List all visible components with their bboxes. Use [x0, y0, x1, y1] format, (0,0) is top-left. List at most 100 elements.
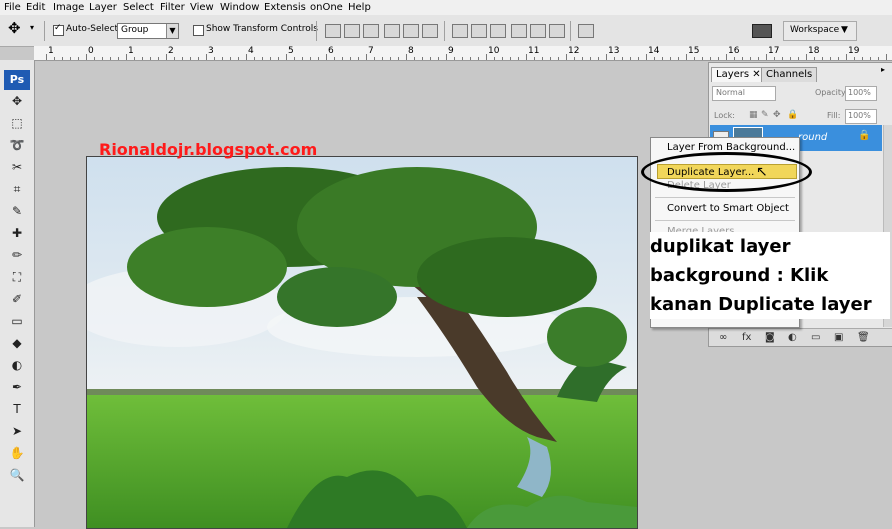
menu-window[interactable]: Window [220, 1, 259, 14]
tab-layers[interactable]: Layers ✕ [711, 67, 766, 82]
menu-view[interactable]: View [190, 1, 214, 14]
lock-all-icon[interactable]: 🔒 [787, 110, 798, 120]
ruler-number: 11 [528, 46, 540, 56]
ruler-tick [542, 57, 543, 60]
menu-select[interactable]: Select [123, 1, 154, 14]
close-icon[interactable]: ✕ [752, 69, 760, 80]
ruler-tick [590, 57, 591, 60]
show-transform-checkbox[interactable] [193, 25, 204, 36]
quick-select-tool-icon[interactable]: ✂ [9, 160, 25, 174]
lock-label: Lock: [714, 111, 735, 120]
fill-input[interactable]: 100% [845, 109, 877, 124]
ruler-tick [350, 57, 351, 60]
ruler-tick [814, 57, 815, 60]
ruler-tick [150, 57, 151, 60]
ruler-tick [422, 57, 423, 60]
ruler-tick [798, 57, 799, 60]
ruler-tick [294, 57, 295, 60]
ruler-number: 12 [568, 46, 580, 56]
group-icon[interactable]: ▭ [811, 332, 820, 343]
ruler-tick [374, 57, 375, 60]
menu-item-convert-smart-object[interactable]: Convert to Smart Object [667, 203, 789, 215]
align-vcenter-icon[interactable] [344, 24, 360, 38]
menu-onone[interactable]: onOne [310, 1, 343, 14]
ruler-tick [726, 54, 727, 60]
annotation-line: duplikat layer [650, 236, 791, 257]
menu-image[interactable]: Image [53, 1, 84, 14]
distribute-hcenter-icon[interactable] [530, 24, 546, 38]
ruler-tick [582, 57, 583, 60]
ruler-tick [710, 57, 711, 60]
align-top-icon[interactable] [325, 24, 341, 38]
lock-position-icon[interactable]: ✥ [773, 110, 781, 120]
mask-icon[interactable]: ◙ [765, 332, 775, 343]
ruler-tick [870, 57, 871, 60]
bridge-icon[interactable] [752, 24, 772, 38]
distribute-bottom-icon[interactable] [490, 24, 506, 38]
ruler-tick [630, 57, 631, 60]
menu-file[interactable]: File [4, 1, 21, 14]
panel-menu-icon[interactable]: ▸ [881, 65, 885, 74]
ruler-number: 15 [688, 46, 700, 56]
ruler-tick [462, 57, 463, 60]
link-layers-icon[interactable]: ∞ [719, 332, 727, 343]
hand-tool-icon[interactable]: ✋ [9, 446, 25, 460]
tab-channels[interactable]: Channels [761, 67, 818, 82]
ruler-tick [86, 54, 87, 60]
type-tool-icon[interactable]: T [9, 402, 25, 416]
marquee-tool-icon[interactable]: ⬚ [9, 116, 25, 130]
lasso-tool-icon[interactable]: ➰ [9, 138, 25, 152]
fx-icon[interactable]: fx [742, 332, 751, 343]
distribute-right-icon[interactable] [549, 24, 565, 38]
auto-select-checkbox[interactable] [53, 23, 64, 36]
align-hcenter-icon[interactable] [403, 24, 419, 38]
lock-image-icon[interactable]: ✎ [761, 110, 769, 120]
lock-transparent-icon[interactable]: ▦ [749, 110, 758, 120]
distribute-left-icon[interactable] [511, 24, 527, 38]
history-brush-tool-icon[interactable]: ✐ [9, 292, 25, 306]
ruler-tick [606, 54, 607, 60]
align-bottom-icon[interactable] [363, 24, 379, 38]
eyedropper-tool-icon[interactable]: ✎ [9, 204, 25, 218]
photoshop-logo: Ps [4, 70, 30, 90]
dodge-tool-icon[interactable]: ◐ [9, 358, 25, 372]
opacity-input[interactable]: 100% [845, 86, 877, 101]
auto-align-icon[interactable] [578, 24, 594, 38]
crop-tool-icon[interactable]: ⌗ [9, 182, 25, 196]
ruler-tick [318, 57, 319, 60]
auto-select-dropdown[interactable]: Group ▼ [117, 23, 179, 39]
zoom-tool-icon[interactable]: 🔍 [9, 468, 25, 482]
move-tool-icon[interactable]: ✥ [8, 21, 21, 36]
distribute-vcenter-icon[interactable] [471, 24, 487, 38]
menu-edit[interactable]: Edit [26, 1, 45, 14]
brush-tool-icon[interactable]: ✏ [9, 248, 25, 262]
ruler-tick [326, 54, 327, 60]
gradient-tool-icon[interactable]: ◆ [9, 336, 25, 350]
tool-preset-dropdown-icon[interactable]: ▾ [30, 23, 34, 32]
trash-icon[interactable]: 🗑 [857, 332, 870, 343]
move-tool-icon[interactable]: ✥ [9, 94, 25, 108]
ruler-tick [158, 57, 159, 60]
adjustment-layer-icon[interactable]: ◐ [788, 332, 797, 343]
align-right-icon[interactable] [422, 24, 438, 38]
menu-extensis[interactable]: Extensis [264, 1, 306, 14]
align-left-icon[interactable] [384, 24, 400, 38]
new-layer-icon[interactable]: ▣ [834, 332, 843, 343]
clone-stamp-tool-icon[interactable]: ⛶ [9, 270, 25, 284]
workspace-button[interactable]: Workspace ▼ [783, 21, 857, 41]
ruler-tick [390, 57, 391, 60]
path-select-tool-icon[interactable]: ➤ [9, 424, 25, 438]
menu-separator [655, 220, 795, 221]
ruler-tick [526, 54, 527, 60]
healing-tool-icon[interactable]: ✚ [9, 226, 25, 240]
ruler-tick [198, 57, 199, 60]
menu-layer[interactable]: Layer [89, 1, 117, 14]
menu-help[interactable]: Help [348, 1, 371, 14]
distribute-top-icon[interactable] [452, 24, 468, 38]
pen-tool-icon[interactable]: ✒ [9, 380, 25, 394]
eraser-tool-icon[interactable]: ▭ [9, 314, 25, 328]
menu-filter[interactable]: Filter [160, 1, 185, 14]
auto-select-label: Auto-Select: [66, 24, 122, 34]
tab-layers-label: Layers [716, 69, 750, 80]
blend-mode-dropdown[interactable]: Normal [712, 86, 776, 101]
